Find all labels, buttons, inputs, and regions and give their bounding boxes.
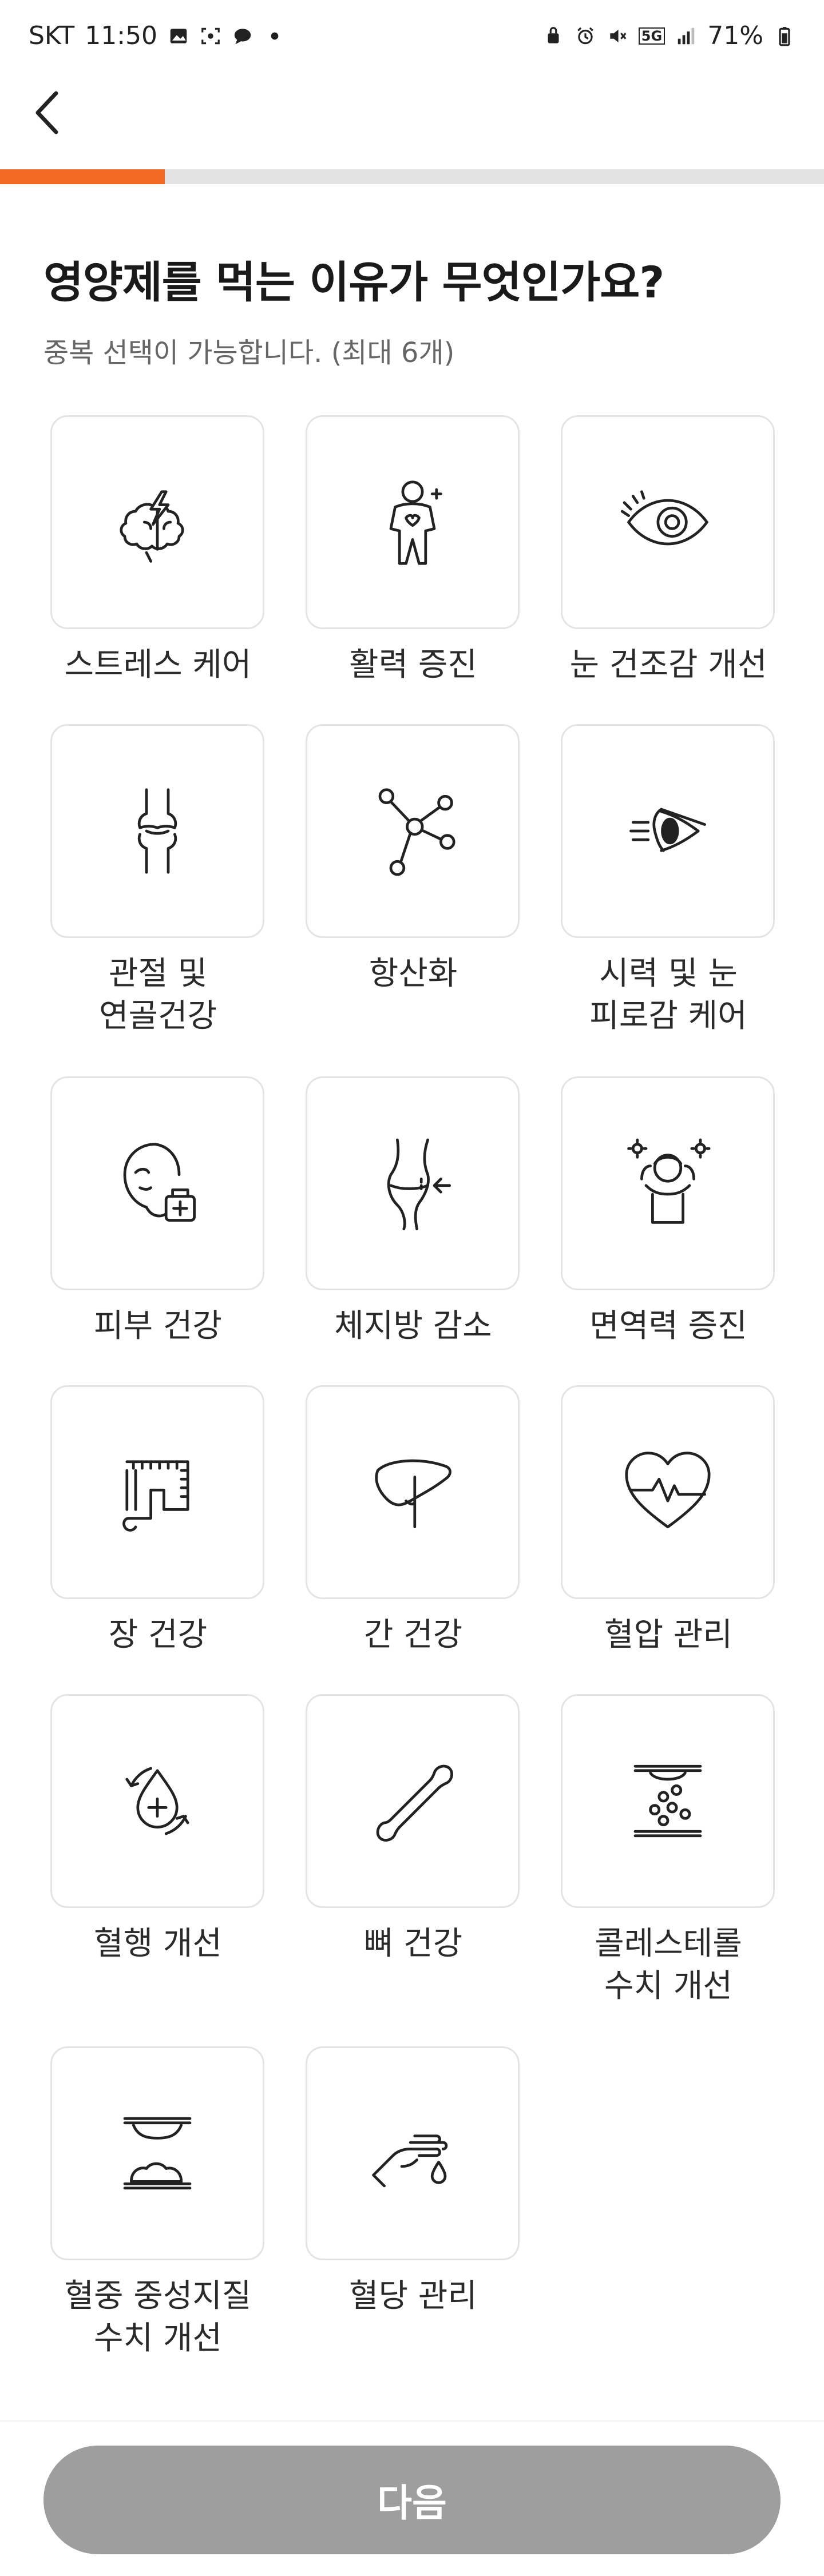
option-card[interactable]: [561, 1385, 775, 1599]
eye-side-icon: [629, 808, 706, 852]
triglyceride-icon: [123, 2117, 192, 2190]
screenshot-icon: [201, 27, 220, 44]
option-label: 활력 증진: [349, 646, 477, 683]
progress-fill: [0, 169, 165, 184]
liver-icon: [375, 1459, 451, 1529]
stress-brain-icon: [120, 490, 184, 563]
blood-circulation-icon: [125, 1767, 189, 1835]
carrier-text: SKT: [29, 21, 75, 50]
option-card[interactable]: [561, 724, 775, 938]
intestine-icon: [122, 1460, 189, 1532]
option-label: 혈중 중성지질 수치 개선: [64, 2277, 252, 2357]
option-label: 체지방 감소: [334, 1307, 492, 1345]
alarm-lock-icon: [548, 26, 559, 43]
battery-text: 71%: [707, 21, 763, 50]
back-button[interactable]: [33, 87, 79, 138]
option-label: 혈행 개선: [94, 1925, 222, 1962]
joint-icon: [137, 788, 177, 874]
option-label: 혈압 관리: [604, 1616, 732, 1653]
option-label: 눈 건조감 개선: [569, 646, 767, 683]
option-card[interactable]: [306, 1076, 520, 1290]
status-bar: SKT 11:50 5G 71%: [0, 0, 824, 71]
option-label: 면역력 증진: [589, 1307, 747, 1345]
gallery-icon: [170, 28, 187, 43]
option-label: 항산화: [369, 955, 458, 992]
option-card[interactable]: [306, 2046, 520, 2260]
status-right: 5G 71%: [542, 21, 795, 50]
alarm-icon: [577, 27, 593, 44]
option-label: 혈당 관리: [349, 2277, 477, 2315]
option-label: 피부 건강: [94, 1307, 222, 1345]
option-card[interactable]: [561, 1694, 775, 1908]
option-card[interactable]: [50, 415, 264, 629]
waist-icon: [387, 1138, 451, 1231]
option-label: 관절 및 연골건강: [98, 955, 217, 1035]
option-label: 시력 및 눈 피로감 케어: [589, 955, 747, 1035]
option-card[interactable]: [561, 415, 775, 629]
battery-icon: [779, 26, 790, 46]
heart-pulse-icon: [625, 1452, 711, 1529]
option-label: 콜레스테롤 수치 개선: [595, 1925, 742, 2005]
page-title: 영양제를 먹는 이유가 무엇인가요?: [43, 257, 664, 308]
option-card[interactable]: [50, 2046, 264, 2260]
next-button[interactable]: 다음: [43, 2446, 781, 2554]
skin-care-icon: [123, 1143, 196, 1222]
mute-icon: [610, 29, 627, 42]
option-card[interactable]: [306, 724, 520, 938]
option-card[interactable]: [50, 1076, 264, 1290]
signal-icon: [678, 27, 695, 44]
chat-icon: [234, 28, 251, 44]
time-text: 11:50: [85, 21, 158, 50]
network-badge: 5G: [638, 27, 665, 45]
cholesterol-icon: [633, 1764, 702, 1838]
status-left: SKT 11:50: [29, 21, 286, 50]
option-label: 장 건강: [108, 1616, 208, 1653]
eye-icon: [620, 490, 709, 546]
option-card[interactable]: [50, 1694, 264, 1908]
dot-icon: [271, 32, 279, 39]
option-card[interactable]: [306, 415, 520, 629]
option-card[interactable]: [306, 1694, 520, 1908]
option-card[interactable]: [50, 724, 264, 938]
immunity-person-icon: [627, 1138, 711, 1224]
option-card[interactable]: [561, 1076, 775, 1290]
option-card[interactable]: [50, 1385, 264, 1599]
option-label: 간 건강: [363, 1616, 463, 1653]
page-subtitle: 중복 선택이 가능합니다. (최대 6개): [43, 337, 455, 369]
option-label: 뼈 건강: [363, 1925, 463, 1962]
molecule-icon: [378, 788, 455, 876]
chevron-left-icon: [35, 91, 58, 134]
bone-icon: [376, 1764, 453, 1842]
progress-bar: [0, 169, 824, 184]
blood-sugar-icon: [372, 2134, 448, 2188]
option-label: 스트레스 케어: [64, 646, 252, 683]
option-card[interactable]: [306, 1385, 520, 1599]
footer-divider: [0, 2420, 824, 2422]
vitality-person-icon: [389, 480, 442, 565]
